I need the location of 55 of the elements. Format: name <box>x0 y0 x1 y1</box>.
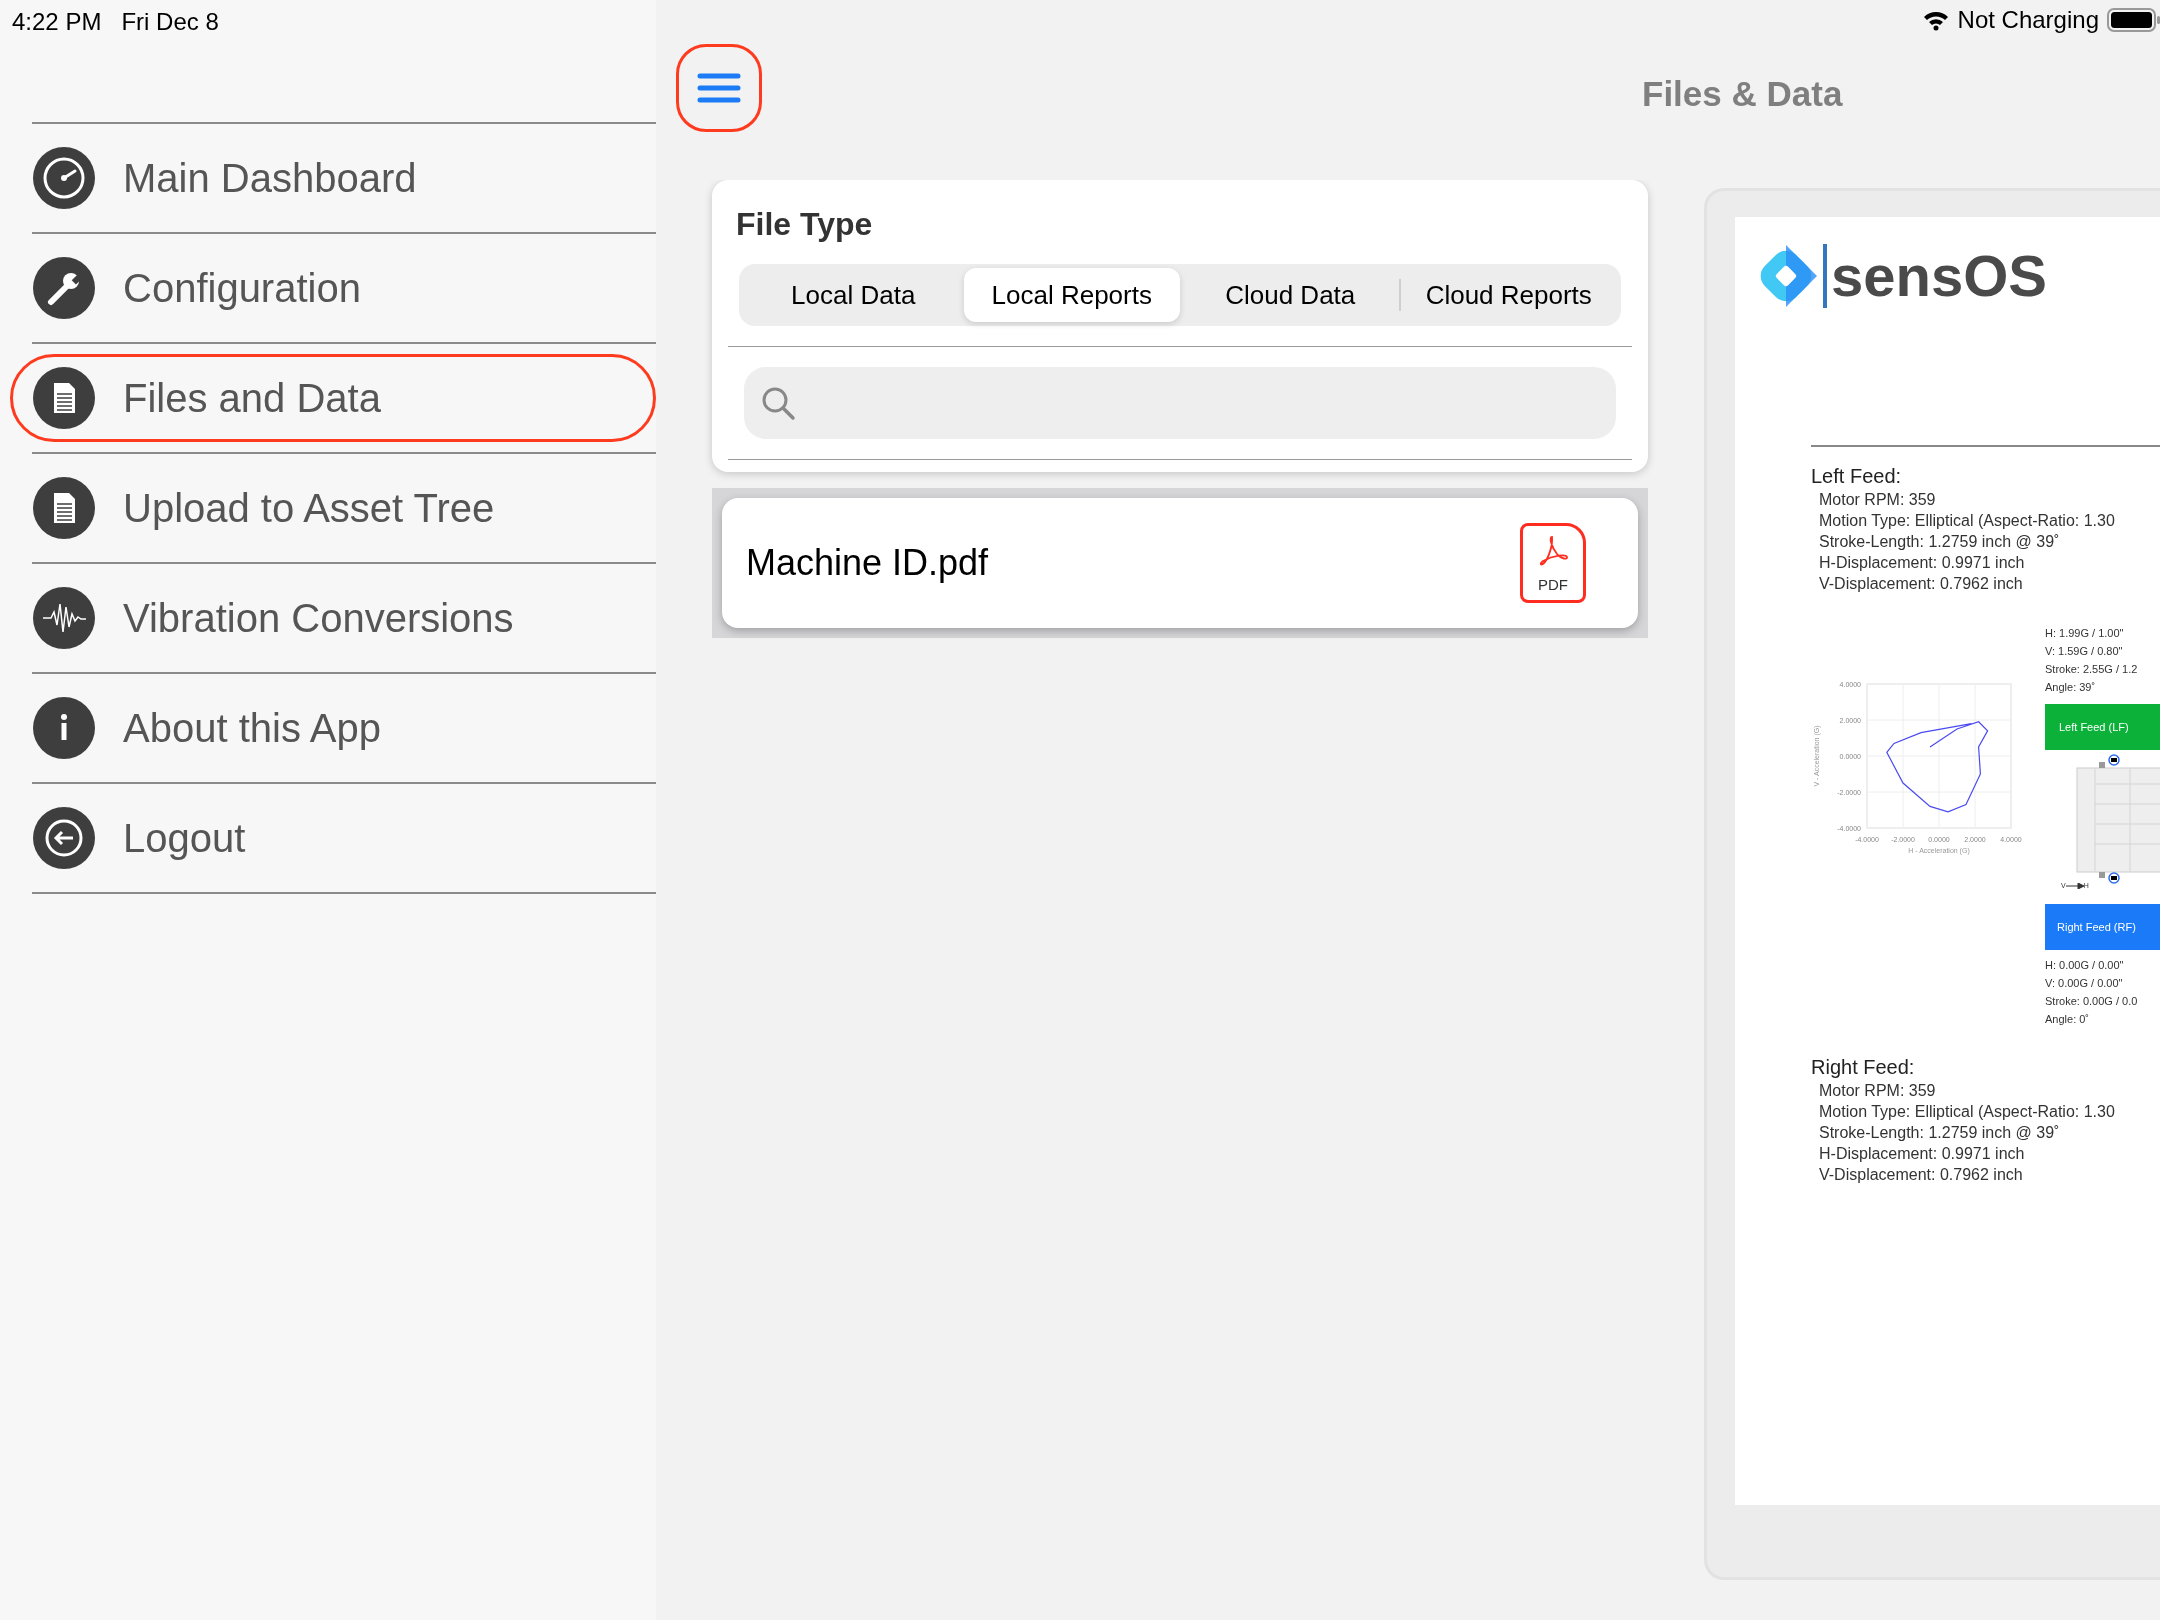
menu-button[interactable] <box>676 44 762 132</box>
stat-line: Angle: 0˚ <box>2045 1012 2091 1027</box>
report-line: Motor RPM: 359 <box>1818 1081 1937 1101</box>
card-title: File Type <box>736 205 874 244</box>
file-row[interactable]: Machine ID.pdf PDF <box>722 498 1638 628</box>
feed-label: Left Feed (LF) <box>2045 704 2160 750</box>
segment-tab[interactable]: Local Data <box>745 268 962 322</box>
section-heading: Left Feed: <box>1811 464 1903 489</box>
search-field[interactable] <box>744 367 1616 439</box>
sidebar-item[interactable]: Vibration Conversions <box>10 574 656 662</box>
section-heading: Right Feed: <box>1811 1055 1916 1080</box>
sidebar-item[interactable]: Upload to Asset Tree <box>10 464 656 552</box>
report-line: V-Displacement: 0.7962 inch <box>1818 574 2024 594</box>
info-icon <box>33 697 95 759</box>
waveform-icon <box>33 587 95 649</box>
report-line: Motion Type: Elliptical (Aspect-Ratio: 1.30 <box>1818 511 2116 531</box>
report-line: Motion Type: Elliptical (Aspect-Ratio: 1.30 <box>1818 1102 2116 1122</box>
status-date: Fri Dec 8 <box>121 7 219 37</box>
status-time: 4:22 PM <box>12 7 102 37</box>
sidebar-item[interactable]: Logout <box>10 794 656 882</box>
report-line: H-Displacement: 0.9971 inch <box>1818 1144 2026 1164</box>
stat-line: Angle: 39˚ <box>2045 680 2097 695</box>
battery-icon <box>2107 7 2160 33</box>
stat-line: V: 0.00G / 0.00" <box>2045 976 2124 991</box>
report-line: Motor RPM: 359 <box>1818 490 1937 510</box>
search-icon <box>760 385 796 421</box>
stat-line: V: 1.59G / 0.80" <box>2045 644 2124 659</box>
file-name: Machine ID.pdf <box>746 541 989 585</box>
page-title: Files & Data <box>1642 73 1843 115</box>
pdf-file-icon: PDF <box>1520 523 1586 603</box>
report-line: V-Displacement: 0.7962 inch <box>1818 1165 2024 1185</box>
report-line: Stroke-Length: 1.2759 inch @ 39˚ <box>1818 1123 2061 1143</box>
stat-line: Stroke: 2.55G / 1.2 <box>2045 662 2139 677</box>
sidebar-item[interactable]: Configuration <box>10 244 656 332</box>
stat-line: H: 0.00G / 0.00" <box>2045 958 2125 973</box>
sidebar-item[interactable]: Files and Data <box>10 354 656 442</box>
wrench-icon <box>33 257 95 319</box>
document-icon <box>33 477 95 539</box>
document-icon <box>33 367 95 429</box>
segment-tab[interactable]: Local Reports <box>963 268 1180 322</box>
sidebar-item[interactable]: Main Dashboard <box>10 134 656 222</box>
segment-tab[interactable]: Cloud Data <box>1182 268 1399 322</box>
gauge-icon <box>33 147 95 209</box>
logo-text: sensOS <box>1831 247 2047 305</box>
menu-icon <box>697 73 741 103</box>
feed-label: Right Feed (RF) <box>2045 904 2160 950</box>
battery-status: Not Charging <box>1957 5 2099 35</box>
sidebar-item[interactable]: About this App <box>10 684 656 772</box>
arrow-icon <box>2065 882 2084 889</box>
logout-icon <box>33 807 95 869</box>
segment-tab[interactable]: Cloud Reports <box>1400 268 1617 322</box>
stat-line: Stroke: 0.00G / 0.0 <box>2045 994 2139 1009</box>
report-line: H-Displacement: 0.9971 inch <box>1818 553 2026 573</box>
stat-line: H: 1.99G / 1.00" <box>2045 626 2125 641</box>
report-line: Stroke-Length: 1.2759 inch @ 39˚ <box>1818 532 2061 552</box>
